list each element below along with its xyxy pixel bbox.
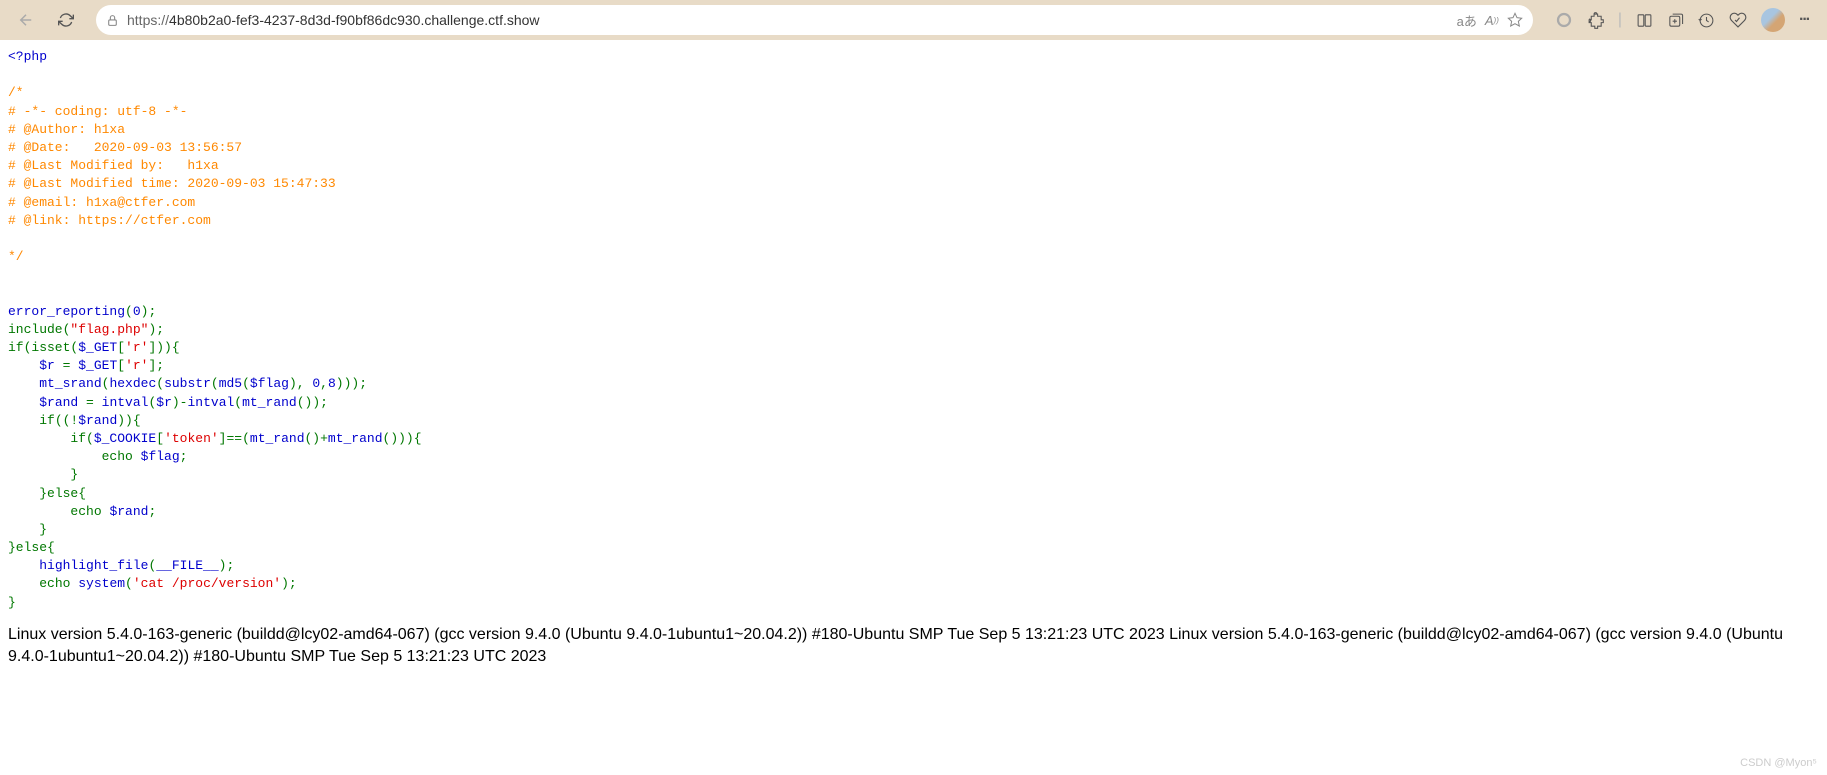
toolbar-right: | ··· <box>1547 8 1817 32</box>
code-token: ); <box>281 576 297 591</box>
code-token: 'token' <box>164 431 219 446</box>
translate-icon[interactable]: aあ <box>1457 11 1477 30</box>
favorite-icon[interactable] <box>1507 12 1523 28</box>
loading-icon[interactable] <box>1555 11 1573 29</box>
code-token: [ <box>117 340 125 355</box>
code-token: echo <box>70 504 109 519</box>
code-token: intval <box>102 395 149 410</box>
code-token: if( <box>70 431 93 446</box>
code-token: ]==( <box>219 431 250 446</box>
code-token: }else{ <box>8 540 55 555</box>
code-token: ( <box>156 376 164 391</box>
code-token: ( <box>242 376 250 391</box>
code-token: $r <box>39 358 62 373</box>
more-icon[interactable]: ··· <box>1799 11 1809 29</box>
code-token: ; <box>180 449 188 464</box>
code-token: ])){ <box>148 340 179 355</box>
code-token: $_GET <box>78 358 117 373</box>
code-token: mt_rand <box>328 431 383 446</box>
code-token: ()+ <box>305 431 328 446</box>
collections-icon[interactable] <box>1667 12 1684 29</box>
code-token: highlight_file <box>39 558 148 573</box>
lock-icon <box>106 14 119 27</box>
code-token: , <box>320 376 328 391</box>
code-token: __FILE__ <box>156 558 218 573</box>
address-bar[interactable]: https://4b80b2a0-fef3-4237-8d3d-f90bf86d… <box>96 5 1533 35</box>
extensions-icon[interactable] <box>1587 12 1604 29</box>
code-token: error_reporting <box>8 304 125 319</box>
code-token: system <box>78 576 125 591</box>
code-token: ( <box>125 576 133 591</box>
code-token: 0 <box>133 304 141 319</box>
code-token: include( <box>8 322 70 337</box>
code-token: "flag.php" <box>70 322 148 337</box>
code-token: } <box>39 522 47 537</box>
browser-toolbar: https://4b80b2a0-fef3-4237-8d3d-f90bf86d… <box>0 0 1827 40</box>
code-token: ( <box>211 376 219 391</box>
read-aloud-icon[interactable]: A)) <box>1485 13 1499 28</box>
code-token: ); <box>148 322 164 337</box>
code-token: )){ <box>117 413 140 428</box>
back-button[interactable] <box>10 4 42 36</box>
code-token: $rand <box>109 504 148 519</box>
code-token: [ <box>156 431 164 446</box>
performance-icon[interactable] <box>1729 11 1747 29</box>
code-token: hexdec <box>109 376 156 391</box>
code-token: mt_srand <box>39 376 101 391</box>
code-token: ), <box>289 376 305 391</box>
code-token: ()); <box>297 395 328 410</box>
code-token: md5 <box>219 376 242 391</box>
comment-block: /* # -*- coding: utf-8 -*- # @Author: h1… <box>8 85 336 264</box>
watermark: CSDN @Myon⁵ <box>1740 757 1817 769</box>
code-token: if((! <box>39 413 78 428</box>
code-token: 'r' <box>125 340 148 355</box>
code-token: [ <box>117 358 125 373</box>
code-token: = <box>63 358 79 373</box>
code-token: 8 <box>328 376 336 391</box>
history-icon[interactable] <box>1698 12 1715 29</box>
code-token: ))); <box>336 376 367 391</box>
code-token: )- <box>172 395 188 410</box>
refresh-button[interactable] <box>50 4 82 36</box>
code-token: $_GET <box>78 340 117 355</box>
code-token: mt_rand <box>242 395 297 410</box>
code-token: ; <box>148 504 156 519</box>
code-token: $r <box>156 395 172 410</box>
code-token: ())){ <box>383 431 422 446</box>
code-token: echo <box>39 576 78 591</box>
code-token: = <box>86 395 102 410</box>
code-token: 'r' <box>125 358 148 373</box>
code-token: } <box>8 595 16 610</box>
code-token: }else{ <box>39 486 86 501</box>
code-token: $rand <box>39 395 86 410</box>
code-token: if(isset( <box>8 340 78 355</box>
code-token: $_COOKIE <box>94 431 156 446</box>
code-token: intval <box>187 395 234 410</box>
code-token: echo <box>102 449 141 464</box>
avatar[interactable] <box>1761 8 1785 32</box>
code-token: $rand <box>78 413 117 428</box>
code-token: mt_rand <box>250 431 305 446</box>
code-token: 'cat /proc/version' <box>133 576 281 591</box>
page-content: <?php /* # -*- coding: utf-8 -*- # @Auth… <box>0 40 1827 620</box>
split-screen-icon[interactable] <box>1636 12 1653 29</box>
code-token: 0 <box>312 376 320 391</box>
system-output: Linux version 5.4.0-163-generic (buildd@… <box>0 620 1827 673</box>
url-text: https://4b80b2a0-fef3-4237-8d3d-f90bf86d… <box>127 12 1449 28</box>
php-open-tag: <?php <box>8 49 47 64</box>
code-token: substr <box>164 376 211 391</box>
code-token: ( <box>125 304 133 319</box>
code-token: ( <box>234 395 242 410</box>
separator: | <box>1618 11 1622 29</box>
code-token: $flag <box>141 449 180 464</box>
code-token: ); <box>219 558 235 573</box>
code-token: ); <box>141 304 157 319</box>
code-token: $flag <box>250 376 289 391</box>
code-token: ]; <box>148 358 164 373</box>
code-token: } <box>70 467 78 482</box>
